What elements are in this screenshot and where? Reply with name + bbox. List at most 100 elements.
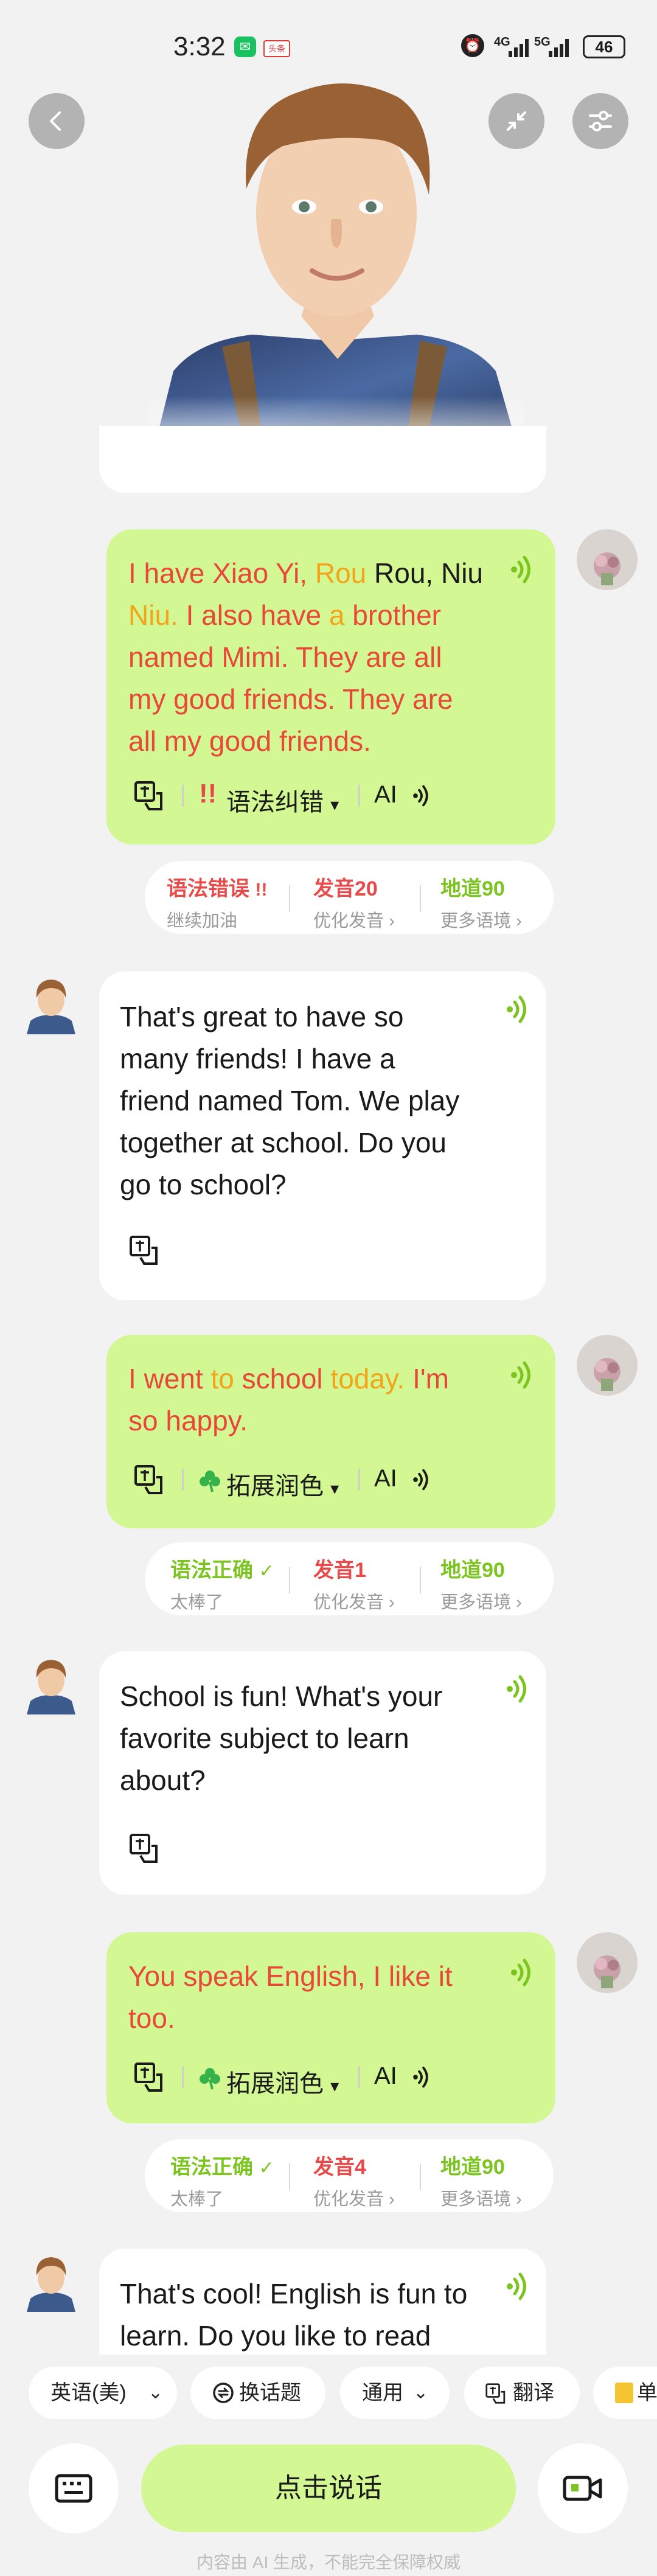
ai-avatar	[27, 2257, 75, 2312]
message-line: friend named Tom. We play	[120, 1085, 460, 1116]
sound-wave-icon[interactable]	[504, 1673, 532, 1705]
score-card-3[interactable]: 语法正确 ✓ 太棒了 发音4 优化发音 › 地道90 更多语境 ›	[145, 2139, 554, 2212]
divider	[182, 2066, 184, 2088]
score-card-2[interactable]: 语法正确 ✓ 太棒了 发音1 优化发音 › 地道90 更多语境 ›	[145, 1542, 554, 1615]
user-message-2: I went to school today. I'm so happy. 拓展…	[106, 1335, 555, 1528]
video-call-button[interactable]	[538, 2443, 628, 2533]
sliders-icon	[589, 111, 612, 131]
network-4g-label: 4G	[494, 35, 510, 49]
score-card-1[interactable]: 语法错误 !! 继续加油 发音20 优化发音 › 地道90 更多语境 ›	[145, 861, 554, 934]
divider	[420, 1567, 421, 1593]
translate-icon[interactable]	[128, 1833, 160, 1864]
chevron-down-icon: ▾	[330, 1479, 339, 1498]
user-avatar	[577, 1932, 638, 1993]
change-topic-label: 换话题	[239, 2381, 301, 2404]
message-line: go to school?	[120, 1169, 287, 1200]
translate-icon[interactable]	[133, 780, 165, 812]
notebook-icon	[615, 2383, 633, 2403]
grammar-score[interactable]: 语法正确 ✓ 太棒了	[170, 1553, 274, 1613]
user-message-1: I have Xiao Yi, Rou Rou, Niu Niu. I also…	[106, 529, 555, 844]
message-line: too.	[128, 2002, 175, 2034]
ai-message-3: That's cool! English is fun to learn. Do…	[99, 2249, 546, 2355]
pronunciation-score[interactable]: 发音20 优化发音 ›	[313, 872, 395, 932]
language-select[interactable]: 英语(美) ⌄	[29, 2367, 177, 2419]
sound-wave-icon[interactable]	[411, 1467, 433, 1492]
minimize-button[interactable]	[488, 93, 544, 149]
chevron-down-icon: ▾	[330, 2076, 339, 2095]
battery-indicator: 46	[583, 35, 625, 58]
message-line: learn. Do you like to read	[120, 2320, 431, 2351]
ai-read-button[interactable]: AI	[374, 1465, 397, 1492]
pronunciation-score[interactable]: 发音4 优化发音 ›	[313, 2150, 395, 2210]
user-avatar	[577, 1335, 638, 1396]
settings-button[interactable]	[572, 93, 628, 149]
ai-disclaimer: 内容由 AI 生成，不能完全保障权威	[196, 2553, 461, 2572]
word-book-button[interactable]: 单	[593, 2367, 657, 2419]
idiomatic-score[interactable]: 地道90 更多语境 ›	[440, 1553, 522, 1613]
back-button[interactable]	[29, 93, 85, 149]
translate-button[interactable]: 翻译	[464, 2367, 580, 2419]
translate-icon[interactable]	[133, 2061, 165, 2093]
ai-message-2: School is fun! What's your favorite subj…	[99, 1651, 546, 1895]
message-line: School is fun! What's your	[120, 1680, 443, 1712]
error-mark-icon: !!	[199, 779, 217, 809]
sound-wave-icon[interactable]	[504, 994, 532, 1025]
translate-label: 翻译	[513, 2381, 554, 2404]
idiomatic-score[interactable]: 地道90 更多语境 ›	[440, 872, 522, 932]
keyboard-button[interactable]	[29, 2443, 119, 2533]
divider	[182, 1469, 184, 1491]
collapse-arrows-icon	[507, 111, 526, 131]
language-label: 英语(美)	[50, 2381, 127, 2404]
message-line: You speak English, I like it	[128, 1960, 453, 1992]
pronunciation-score[interactable]: 发音1 优化发音 ›	[313, 1553, 395, 1613]
chevron-left-icon	[50, 111, 61, 131]
user-avatar	[577, 529, 638, 590]
previous-ai-bubble	[99, 426, 546, 493]
refresh-icon	[213, 2383, 234, 2403]
alarm-icon: ⏰	[461, 34, 484, 57]
ai-avatar	[27, 980, 75, 1034]
mode-select[interactable]: 通用 ⌄	[340, 2367, 450, 2419]
message-line: Niu. I also have a brother	[128, 599, 441, 631]
ai-read-button[interactable]: AI	[374, 2063, 397, 2090]
message-line: I went to school today. I'm	[128, 1363, 449, 1394]
keyboard-icon	[55, 2474, 92, 2503]
grammar-correction-button[interactable]: 语法纠错 ▾	[226, 782, 339, 818]
divider	[289, 2163, 290, 2190]
translate-icon[interactable]	[133, 1464, 165, 1495]
sound-wave-icon[interactable]	[508, 554, 536, 585]
message-line: so happy.	[128, 1405, 248, 1436]
network-5g-label: 5G	[534, 35, 551, 49]
grammar-correction-label: 语法纠错	[226, 789, 324, 816]
divider	[358, 1469, 360, 1491]
message-line: named Mimi. They are all	[128, 641, 442, 673]
idiomatic-score[interactable]: 地道90 更多语境 ›	[440, 2150, 522, 2210]
divider	[420, 2163, 421, 2190]
sound-wave-icon[interactable]	[411, 784, 433, 808]
talk-button[interactable]: 点击说话	[141, 2445, 516, 2532]
divider	[358, 785, 360, 807]
ai-character-portrait	[149, 55, 523, 456]
ai-label: AI	[374, 781, 397, 808]
divider	[289, 885, 290, 912]
polish-button[interactable]: 拓展润色 ▾	[226, 2064, 339, 2099]
user-message-3: You speak English, I like it too. 拓展润色 ▾…	[106, 1932, 555, 2123]
divider	[289, 1567, 290, 1593]
grammar-score[interactable]: 语法错误 !! 继续加油	[167, 872, 267, 932]
sound-wave-icon[interactable]	[508, 1957, 536, 1988]
polish-label: 拓展润色	[226, 1473, 324, 1500]
sound-wave-icon[interactable]	[508, 1359, 536, 1391]
chevron-down-icon: ⌄	[413, 2383, 429, 2403]
grammar-score[interactable]: 语法正确 ✓ 太棒了	[170, 2150, 274, 2210]
signal-icon	[549, 39, 569, 57]
sound-wave-icon[interactable]	[411, 2065, 433, 2089]
ai-read-button[interactable]: AI	[374, 781, 397, 809]
mode-label: 通用	[362, 2381, 403, 2404]
translate-icon[interactable]	[128, 1234, 160, 1266]
polish-button[interactable]: 拓展润色 ▾	[226, 1466, 339, 1502]
message-line: my good friends. They are	[128, 683, 453, 715]
chevron-down-icon: ⌄	[148, 2383, 164, 2403]
sound-wave-icon[interactable]	[504, 2271, 532, 2302]
change-topic-button[interactable]: 换话题	[190, 2367, 325, 2419]
ai-avatar	[27, 1660, 75, 1714]
